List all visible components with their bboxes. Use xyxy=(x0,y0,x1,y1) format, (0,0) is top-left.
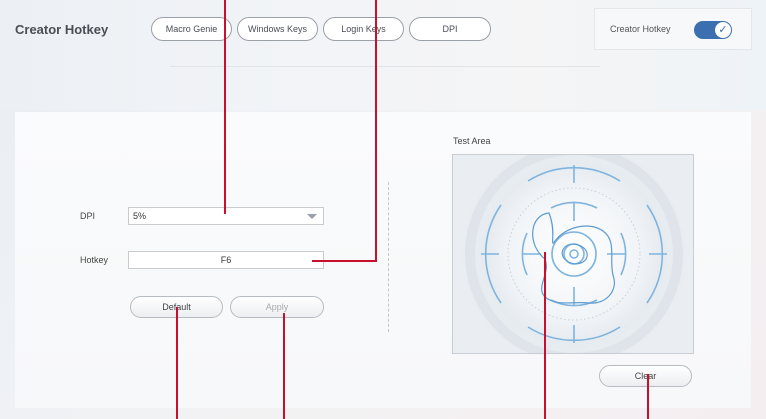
callout-line-hotkey-horizontal xyxy=(312,260,377,262)
chevron-down-icon xyxy=(307,214,317,219)
test-area[interactable] xyxy=(452,154,694,354)
hotkey-label: Hotkey xyxy=(80,255,109,265)
dpi-select-value: 5% xyxy=(133,211,147,221)
callout-line-default xyxy=(176,307,178,419)
callout-line-clear xyxy=(647,374,649,419)
dpi-label: DPI xyxy=(80,211,96,221)
callout-line-apply xyxy=(283,313,285,419)
tab-macro-genie[interactable]: Macro Genie xyxy=(151,17,232,41)
apply-button[interactable]: Apply xyxy=(230,296,324,318)
dpi-select[interactable]: 5% xyxy=(128,207,324,225)
hotkey-field[interactable]: F6 xyxy=(128,251,324,269)
tab-windows-keys[interactable]: Windows Keys xyxy=(237,17,318,41)
check-icon: ✓ xyxy=(715,22,731,38)
callout-line-dpi xyxy=(224,0,226,214)
creator-hotkey-toggle[interactable]: ✓ xyxy=(694,21,732,39)
creator-hotkey-toggle-label: Creator Hotkey xyxy=(610,24,671,34)
header-divider xyxy=(170,66,600,67)
tab-login-keys[interactable]: Login Keys xyxy=(323,17,404,41)
tab-dpi[interactable]: DPI xyxy=(409,17,491,41)
callout-line-hotkey-vertical xyxy=(375,0,377,262)
section-divider xyxy=(388,182,389,332)
clear-button[interactable]: Clear xyxy=(599,365,692,387)
test-area-title: Test Area xyxy=(453,136,491,146)
callout-line-test-area xyxy=(544,252,546,419)
creator-hotkey-toggle-panel: Creator Hotkey ✓ xyxy=(594,8,752,50)
reticle-graphic xyxy=(453,155,693,353)
page-title: Creator Hotkey xyxy=(15,22,109,37)
